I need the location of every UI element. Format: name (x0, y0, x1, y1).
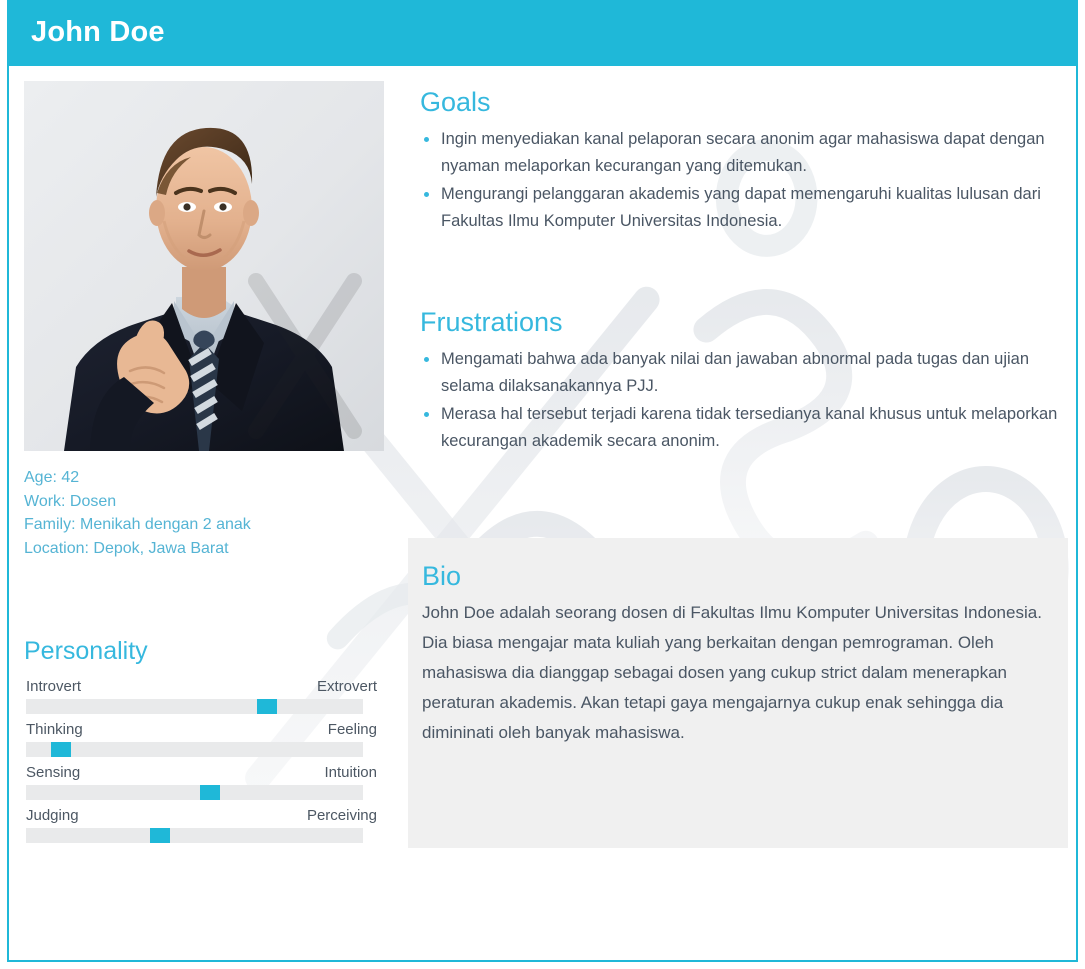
goals-title: Goals (420, 87, 491, 117)
trait-slider-track[interactable] (26, 785, 363, 800)
trait-slider-handle[interactable] (257, 699, 277, 714)
personality-title: Personality (24, 637, 148, 665)
trait-right-label: Extrovert (316, 678, 377, 695)
goals-section: Goals Ingin menyediakan kanal pelaporan … (420, 86, 1065, 236)
trait-slider-handle[interactable] (200, 785, 220, 800)
demographics-list: Age: 42 Work: Dosen Family: Menikah deng… (24, 466, 384, 560)
persona-card: John Doe Age: 42 Work: Dosen Family: Men… (7, 0, 1078, 962)
card-body: Age: 42 Work: Dosen Family: Menikah deng… (9, 66, 1076, 960)
persona-photo (24, 81, 384, 451)
personality-section: Personality Introvert Extrovert Thinking… (24, 636, 379, 849)
frustrations-list-item: Merasa hal tersebut terjadi karena tidak… (420, 401, 1065, 455)
demographic-family: Family: Menikah dengan 2 anak (24, 516, 251, 533)
trait-left-label: Thinking (26, 721, 83, 738)
frustrations-section: Frustrations Mengamati bahwa ada banyak … (420, 306, 1065, 456)
bio-section: Bio John Doe adalah seorang dosen di Fak… (408, 538, 1068, 848)
goals-list-item: Ingin menyediakan kanal pelaporan secara… (420, 126, 1065, 180)
bio-title: Bio (422, 561, 462, 591)
demographic-work: Work: Dosen (24, 492, 117, 510)
trait-judging-perceiving: Judging Perceiving (24, 806, 379, 843)
demographic-location: Location: Depok, Jawa Barat (24, 539, 229, 557)
trait-left-label: Judging (26, 807, 79, 824)
trait-left-label: Sensing (26, 764, 81, 781)
trait-right-label: Feeling (327, 721, 377, 738)
trait-introvert-extrovert: Introvert Extrovert (24, 677, 379, 714)
trait-thinking-feeling: Thinking Feeling (24, 720, 379, 757)
goals-list-item: Mengurangi pelanggaran akademis yang dap… (420, 181, 1065, 235)
trait-right-label: Perceiving (306, 807, 377, 824)
trait-slider-track[interactable] (26, 699, 363, 714)
trait-left-label: Introvert (26, 678, 82, 695)
trait-right-label: Intuition (324, 764, 377, 781)
demographic-age: Age: 42 (24, 469, 80, 486)
trait-slider-track[interactable] (26, 742, 363, 757)
trait-slider-track[interactable] (26, 828, 363, 843)
card-header: John Doe (9, 0, 1076, 66)
trait-slider-handle[interactable] (51, 742, 71, 757)
bio-text: John Doe adalah seorang dosen di Fakulta… (422, 603, 1042, 742)
trait-sensing-intuition: Sensing Intuition (24, 763, 379, 800)
frustrations-list-item: Mengamati bahwa ada banyak nilai dan jaw… (420, 346, 1065, 400)
frustrations-title: Frustrations (420, 307, 563, 337)
goals-list: Ingin menyediakan kanal pelaporan secara… (420, 126, 1065, 235)
page-title: John Doe (31, 16, 165, 48)
frustrations-list: Mengamati bahwa ada banyak nilai dan jaw… (420, 346, 1065, 455)
trait-slider-handle[interactable] (150, 828, 170, 843)
